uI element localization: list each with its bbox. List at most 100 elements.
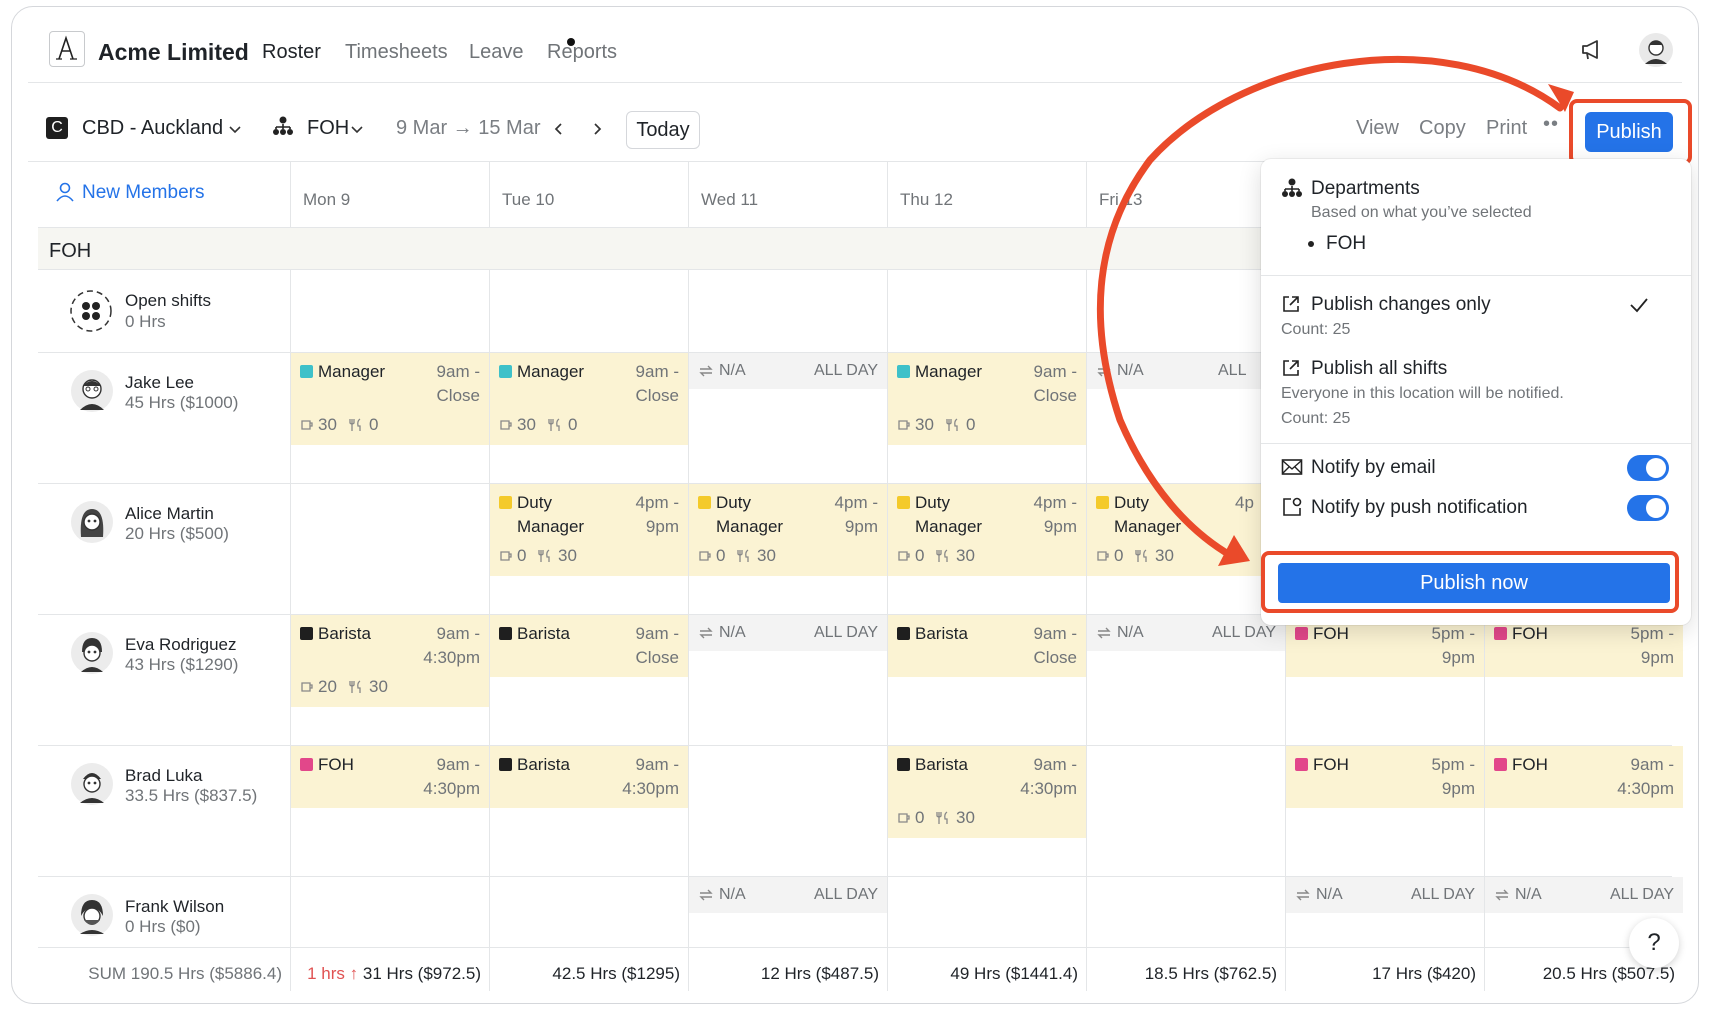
unavailable-card[interactable]: N/A ALL xyxy=(1087,353,1261,389)
shift-card[interactable]: Manager 9am - Close 30 0 xyxy=(291,353,489,445)
top-bar: Acme Limited Roster Timesheets Leave Rep… xyxy=(12,7,1698,82)
chevron-down-icon[interactable] xyxy=(228,125,242,135)
shift-end: 4:30pm xyxy=(1617,779,1674,798)
nav-reports[interactable]: Reports xyxy=(547,41,617,64)
unavailable-card[interactable]: N/A ALL DAY xyxy=(689,353,887,389)
notify-email-toggle[interactable] xyxy=(1627,455,1669,481)
shift-card[interactable]: Manager 9am - Close 30 0 xyxy=(490,353,688,445)
shift-end: Close xyxy=(1033,386,1077,405)
nav-leave[interactable]: Leave xyxy=(469,41,524,64)
na-label: N/A xyxy=(719,624,746,641)
meal-icon xyxy=(946,418,958,431)
paid-break: 0 xyxy=(716,546,726,565)
chevron-down-icon[interactable] xyxy=(350,125,364,135)
role-color-swatch xyxy=(1295,758,1308,771)
employee-hours: 33.5 Hrs ($837.5) xyxy=(125,786,258,805)
shift-card[interactable]: Duty Manager 4pm - 9pm 0 30 xyxy=(689,484,887,576)
unavailable-card[interactable]: N/A ALL DAY xyxy=(689,615,887,651)
break-cup-icon xyxy=(500,420,512,430)
employee-avatar xyxy=(71,632,113,674)
chevron-left-icon[interactable] xyxy=(552,121,566,137)
unavailable-card[interactable]: N/A ALL DAY xyxy=(1485,877,1683,913)
new-members-button[interactable]: New Members xyxy=(82,182,204,204)
meal-break: 30 xyxy=(757,546,776,565)
publish-all-count: Count: 25 xyxy=(1281,410,1351,427)
notify-push-label: Notify by push notification xyxy=(1311,497,1528,518)
role-color-swatch xyxy=(300,365,313,378)
bullet-icon xyxy=(1308,241,1314,247)
publish-all-subtitle: Everyone in this location will be notifi… xyxy=(1281,385,1564,402)
add-user-icon[interactable] xyxy=(55,181,77,203)
notify-email-label: Notify by email xyxy=(1311,457,1436,478)
publish-all-option[interactable]: Publish all shifts xyxy=(1311,358,1447,380)
copy-button[interactable]: Copy xyxy=(1419,117,1466,140)
shift-role: Duty xyxy=(1114,493,1149,512)
shift-card[interactable]: Barista 9am - Close xyxy=(888,615,1086,677)
shift-card[interactable]: Barista 9am - 4:30pm 20 30 xyxy=(291,615,489,707)
chevron-right-icon[interactable] xyxy=(590,121,604,137)
department-select[interactable]: FOH xyxy=(307,117,349,140)
na-label: N/A xyxy=(1117,624,1144,641)
shift-role: FOH xyxy=(1512,755,1548,774)
help-button[interactable]: ? xyxy=(1629,918,1679,968)
role-color-swatch xyxy=(300,758,313,771)
dropdown-divider xyxy=(1261,443,1691,444)
nav-roster[interactable]: Roster xyxy=(262,41,321,64)
employee-name[interactable]: Jake Lee xyxy=(125,373,194,393)
repeat-icon xyxy=(1296,889,1310,901)
shift-end: 9pm xyxy=(1441,648,1475,667)
external-link-icon xyxy=(1283,296,1299,312)
more-options-button[interactable]: •• xyxy=(1543,113,1559,136)
today-button[interactable]: Today xyxy=(626,111,700,149)
all-day-label: ALL DAY xyxy=(813,362,878,379)
break-cup-icon xyxy=(898,813,910,823)
unavailable-card[interactable]: N/A ALL DAY xyxy=(1286,877,1484,913)
day-header-wed: Wed 11 xyxy=(701,190,759,209)
meal-icon xyxy=(548,418,560,431)
paid-break: 0 xyxy=(1114,546,1124,565)
meal-break: 30 xyxy=(956,808,975,827)
employee-name[interactable]: Eva Rodriguez xyxy=(125,635,237,655)
shift-role: FOH xyxy=(1512,624,1548,643)
company-logo[interactable] xyxy=(49,31,85,67)
break-cup-icon xyxy=(301,682,313,692)
shift-card[interactable]: Duty Manager 4p 0 30 xyxy=(1087,484,1261,576)
day-total: 49 Hrs ($1441.4) xyxy=(950,964,1078,983)
employee-name[interactable]: Brad Luka xyxy=(125,766,203,786)
shift-card[interactable]: Duty Manager 4pm - 9pm 0 30 xyxy=(490,484,688,576)
announcement-icon[interactable] xyxy=(1579,37,1605,68)
shift-card[interactable]: Barista 9am - 4:30pm 0 30 xyxy=(888,746,1086,838)
shift-card[interactable]: Barista 9am - Close xyxy=(490,615,688,677)
nav-timesheets[interactable]: Timesheets xyxy=(345,41,448,64)
publish-changes-option[interactable]: Publish changes only xyxy=(1311,294,1491,316)
shift-start: 4pm - xyxy=(635,493,679,512)
day-header-thu: Thu 12 xyxy=(900,190,953,209)
shift-role: Duty xyxy=(716,493,751,512)
shift-card[interactable]: FOH 5pm - 9pm xyxy=(1286,746,1484,808)
location-select[interactable]: CBD - Auckland xyxy=(82,117,223,140)
shift-start: 9am - xyxy=(1630,755,1674,774)
user-avatar[interactable] xyxy=(1638,32,1674,73)
employee-name[interactable]: Alice Martin xyxy=(125,504,214,524)
shift-card[interactable]: Duty Manager 4pm - 9pm 0 30 xyxy=(888,484,1086,576)
shift-card[interactable]: FOH 9am - 4:30pm xyxy=(291,746,489,808)
date-range[interactable]: 9 Mar → 15 Mar xyxy=(396,117,540,140)
view-button[interactable]: View xyxy=(1356,117,1399,140)
shift-card[interactable]: Barista 9am - 4:30pm xyxy=(490,746,688,808)
na-label: N/A xyxy=(719,362,746,379)
all-day-label: ALL DAY xyxy=(1211,624,1276,641)
day-header-fri: Fri 13 xyxy=(1099,190,1143,209)
unavailable-card[interactable]: N/A ALL DAY xyxy=(1087,615,1285,651)
notify-push-toggle[interactable] xyxy=(1627,495,1669,521)
shift-start: 9am - xyxy=(1033,624,1077,643)
meal-break: 0 xyxy=(966,415,976,434)
departments-title: Departments xyxy=(1311,178,1420,199)
mail-icon xyxy=(1281,459,1303,475)
print-button[interactable]: Print xyxy=(1486,117,1527,140)
shift-end: 9pm xyxy=(1441,779,1475,798)
employee-name[interactable]: Frank Wilson xyxy=(125,897,224,917)
shift-start: 9am - xyxy=(436,755,480,774)
unavailable-card[interactable]: N/A ALL DAY xyxy=(689,877,887,913)
shift-card[interactable]: FOH 9am - 4:30pm xyxy=(1485,746,1683,808)
shift-card[interactable]: Manager 9am - Close 30 0 xyxy=(888,353,1086,445)
